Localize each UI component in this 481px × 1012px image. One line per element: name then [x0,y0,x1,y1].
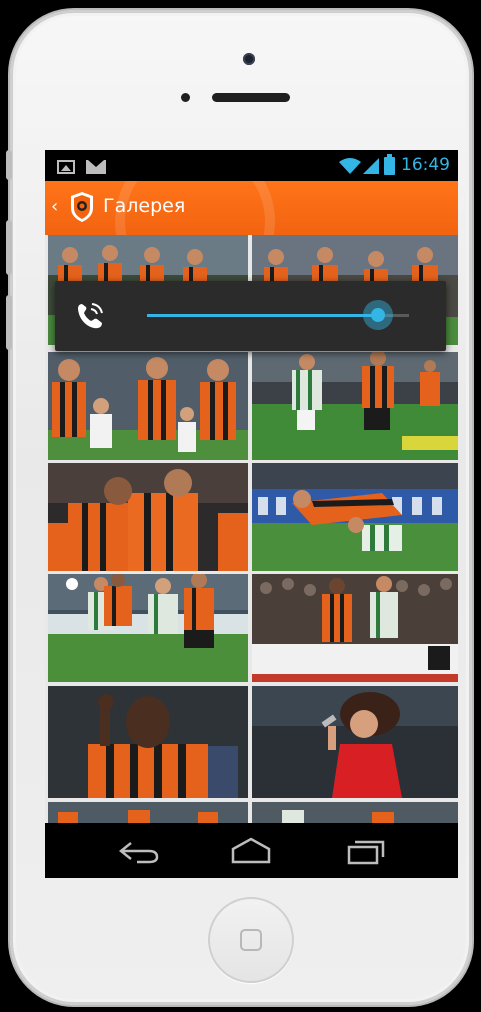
proximity-sensor [181,93,190,102]
home-nav-icon[interactable] [229,837,273,865]
image-notification-icon [57,160,75,174]
earpiece-speaker [212,93,290,102]
recents-nav-icon[interactable] [343,837,387,865]
page-title: Галерея [103,195,186,217]
status-bar: 16:49 [45,150,458,181]
photo-thumbnail[interactable] [48,463,248,571]
volume-slider-fill [147,314,378,317]
mute-switch [6,150,12,180]
volume-dialog [55,281,446,351]
volume-down-button [6,295,12,350]
photo-thumbnail[interactable] [48,802,248,823]
photo-thumbnail[interactable] [252,352,458,460]
ringer-phone-icon [78,303,103,329]
photo-thumbnail[interactable] [252,463,458,571]
mail-notification-icon [86,160,106,174]
navigation-bar [45,823,458,878]
action-bar: ‹ Галерея [45,181,458,235]
photo-thumbnail[interactable] [48,574,248,682]
back-chevron-icon[interactable]: ‹ [51,196,58,217]
club-logo-icon[interactable] [69,191,95,223]
screen: 16:49 ‹ Галерея [45,150,458,878]
photo-thumbnail[interactable] [48,352,248,460]
status-time: 16:49 [401,155,450,175]
hardware-home-button[interactable] [208,897,294,983]
front-camera [243,53,255,65]
photo-thumbnail[interactable] [252,574,458,682]
signal-icon [363,158,379,174]
volume-up-button [6,220,12,275]
volume-slider-thumb[interactable] [363,300,393,330]
photo-thumbnail[interactable] [252,802,458,823]
battery-icon [384,154,395,175]
photo-thumbnail[interactable] [48,686,248,798]
back-nav-icon[interactable] [117,837,161,865]
home-button-square-icon [240,929,262,951]
photo-thumbnail[interactable] [252,686,458,798]
wifi-icon [339,158,361,174]
